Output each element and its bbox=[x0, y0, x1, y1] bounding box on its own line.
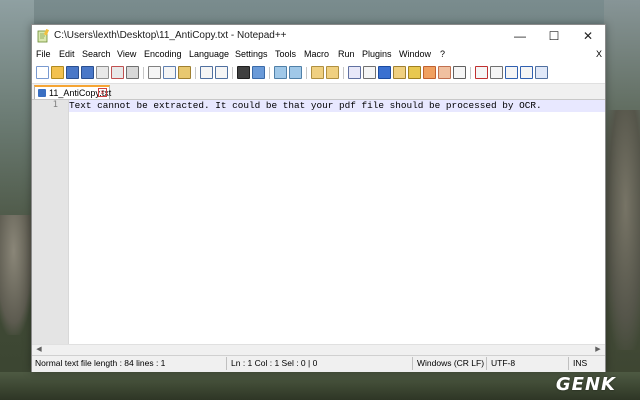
toolbar-separator bbox=[343, 67, 344, 79]
status-bar: Normal text file length : 84 lines : 1 L… bbox=[32, 355, 605, 372]
menu-settings[interactable]: Settings bbox=[235, 49, 268, 59]
playback-macro-icon[interactable] bbox=[505, 66, 518, 79]
monitoring-icon[interactable] bbox=[453, 66, 466, 79]
scroll-right-icon[interactable]: ▶ bbox=[593, 345, 603, 355]
save-macro-icon[interactable] bbox=[535, 66, 548, 79]
status-divider bbox=[412, 357, 413, 370]
word-wrap-icon[interactable] bbox=[348, 66, 361, 79]
menu-language[interactable]: Language bbox=[189, 49, 229, 59]
text-line[interactable]: Text cannot be extracted. It could be th… bbox=[69, 100, 542, 112]
minimize-button[interactable]: — bbox=[503, 25, 537, 47]
status-position: Ln : 1 Col : 1 Sel : 0 | 0 bbox=[231, 358, 318, 368]
open-file-icon[interactable] bbox=[51, 66, 64, 79]
toolbar-separator bbox=[470, 67, 471, 79]
menu-macro[interactable]: Macro bbox=[304, 49, 329, 59]
indent-guide-icon[interactable] bbox=[378, 66, 391, 79]
toolbar bbox=[32, 63, 605, 84]
new-file-icon[interactable] bbox=[36, 66, 49, 79]
show-all-characters-icon[interactable] bbox=[363, 66, 376, 79]
maximize-button[interactable]: ☐ bbox=[537, 25, 571, 47]
sync-vertical-icon[interactable] bbox=[311, 66, 324, 79]
language-icon[interactable] bbox=[393, 66, 406, 79]
function-list-icon[interactable] bbox=[423, 66, 436, 79]
status-file-info: Normal text file length : 84 lines : 1 bbox=[35, 358, 166, 368]
editor-area[interactable]: 1 Text cannot be extracted. It could be … bbox=[32, 100, 605, 345]
document-icon bbox=[38, 89, 46, 97]
run-macro-multiple-icon[interactable] bbox=[520, 66, 533, 79]
background-rock bbox=[604, 110, 640, 350]
menu-help[interactable]: ? bbox=[440, 49, 445, 59]
close-all-icon[interactable] bbox=[111, 66, 124, 79]
line-number: 1 bbox=[52, 100, 58, 110]
status-insert-mode[interactable]: INS bbox=[570, 356, 600, 372]
menu-edit[interactable]: Edit bbox=[59, 49, 75, 59]
record-macro-icon[interactable] bbox=[475, 66, 488, 79]
menu-file[interactable]: File bbox=[36, 49, 51, 59]
redo-icon[interactable] bbox=[215, 66, 228, 79]
status-divider bbox=[486, 357, 487, 370]
status-encoding[interactable]: UTF-8 bbox=[488, 356, 568, 372]
save-icon[interactable] bbox=[66, 66, 79, 79]
copy-icon[interactable] bbox=[163, 66, 176, 79]
close-document-button[interactable]: X bbox=[596, 49, 602, 59]
menu-search[interactable]: Search bbox=[82, 49, 111, 59]
genk-watermark-logo: GENK bbox=[555, 374, 616, 395]
desktop-background-left bbox=[0, 0, 34, 400]
tab-11-anticopy[interactable]: 11_AntiCopy.txt × bbox=[34, 85, 111, 99]
toolbar-separator bbox=[195, 67, 196, 79]
document-map-icon[interactable] bbox=[408, 66, 421, 79]
folder-as-workspace-icon[interactable] bbox=[438, 66, 451, 79]
notepadpp-app-icon bbox=[37, 29, 49, 43]
status-divider bbox=[226, 357, 227, 370]
tab-bar: 11_AntiCopy.txt × bbox=[32, 84, 605, 100]
notepadpp-window: C:\Users\lexth\Desktop\11_AntiCopy.txt -… bbox=[31, 24, 606, 372]
menu-run[interactable]: Run bbox=[338, 49, 355, 59]
close-button[interactable]: ✕ bbox=[571, 25, 605, 47]
undo-icon[interactable] bbox=[200, 66, 213, 79]
scroll-left-icon[interactable]: ◀ bbox=[34, 345, 44, 355]
menu-bar: File Edit Search View Encoding Language … bbox=[32, 47, 605, 63]
line-number-gutter: 1 bbox=[32, 100, 69, 345]
horizontal-scrollbar[interactable]: ◀ ▶ bbox=[32, 344, 605, 355]
stop-recording-icon[interactable] bbox=[490, 66, 503, 79]
menu-view[interactable]: View bbox=[117, 49, 136, 59]
menu-window[interactable]: Window bbox=[399, 49, 431, 59]
toolbar-separator bbox=[143, 67, 144, 79]
toolbar-separator bbox=[269, 67, 270, 79]
menu-tools[interactable]: Tools bbox=[275, 49, 296, 59]
tab-close-icon[interactable]: × bbox=[98, 88, 107, 97]
title-bar[interactable]: C:\Users\lexth\Desktop\11_AntiCopy.txt -… bbox=[32, 25, 605, 47]
zoom-out-icon[interactable] bbox=[289, 66, 302, 79]
replace-icon[interactable] bbox=[252, 66, 265, 79]
menu-plugins[interactable]: Plugins bbox=[362, 49, 392, 59]
paste-icon[interactable] bbox=[178, 66, 191, 79]
window-title: C:\Users\lexth\Desktop\11_AntiCopy.txt -… bbox=[54, 30, 287, 41]
desktop-background-bottom bbox=[0, 372, 640, 400]
save-all-icon[interactable] bbox=[81, 66, 94, 79]
cut-icon[interactable] bbox=[148, 66, 161, 79]
zoom-in-icon[interactable] bbox=[274, 66, 287, 79]
print-icon[interactable] bbox=[126, 66, 139, 79]
toolbar-separator bbox=[306, 67, 307, 79]
toolbar-separator bbox=[232, 67, 233, 79]
status-eol[interactable]: Windows (CR LF) bbox=[414, 356, 486, 372]
close-file-icon[interactable] bbox=[96, 66, 109, 79]
find-icon[interactable] bbox=[237, 66, 250, 79]
sync-horizontal-icon[interactable] bbox=[326, 66, 339, 79]
status-divider bbox=[568, 357, 569, 370]
menu-encoding[interactable]: Encoding bbox=[144, 49, 182, 59]
background-rock bbox=[0, 215, 34, 335]
